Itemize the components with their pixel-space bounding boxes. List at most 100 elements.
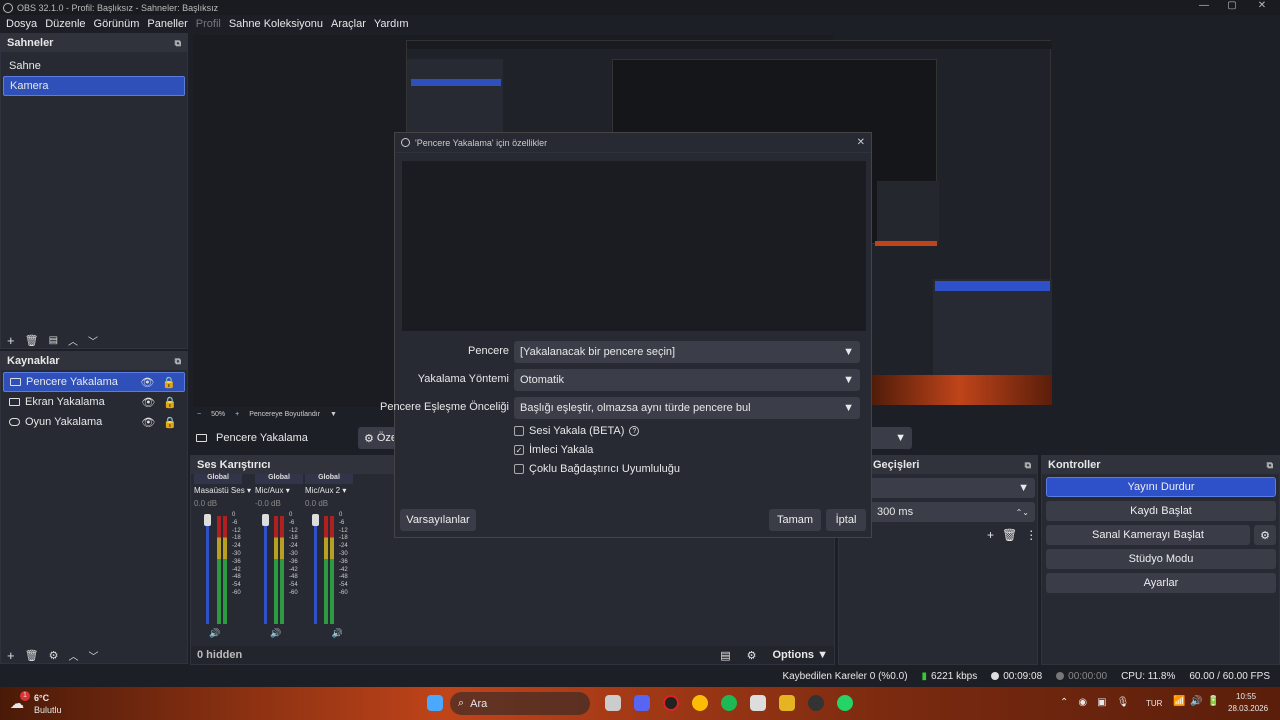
channel-name[interactable]: Mic/Aux 2 ▾	[305, 486, 353, 495]
volume-knob[interactable]	[204, 514, 211, 526]
help-icon[interactable]: ?	[629, 426, 640, 436]
multi-adapter-checkbox[interactable]: Çoklu Bağdaştırıcı Uyumluluğu	[514, 463, 680, 475]
speaker-icon[interactable]: 🔊	[209, 628, 220, 639]
chrome-icon[interactable]	[692, 695, 708, 711]
mic-icon[interactable]: 🎙	[1117, 697, 1130, 708]
scene-item-kamera[interactable]: Kamera	[3, 76, 185, 96]
checkbox-box[interactable]	[514, 464, 524, 474]
trash-icon[interactable]: 🗑	[25, 334, 39, 347]
volume-icon[interactable]: 🔊	[1190, 696, 1202, 707]
more-icon[interactable]: ⋮	[1025, 528, 1037, 542]
undock-icon[interactable]: ⧉	[175, 38, 181, 49]
start-virtualcam-button[interactable]: Sanal Kamerayı Başlat	[1046, 525, 1250, 545]
lock-icon[interactable]: 🔒	[163, 396, 177, 409]
capture-cursor-checkbox[interactable]: ✓ İmleci Yakala	[514, 444, 593, 456]
store-icon[interactable]	[750, 695, 766, 711]
eye-icon[interactable]: 👁	[140, 376, 154, 389]
trash-icon[interactable]: 🗑	[1002, 528, 1017, 542]
volume-knob[interactable]	[312, 514, 319, 526]
advanced-audio-icon[interactable]: ⚙	[747, 649, 757, 662]
add-icon[interactable]: +	[7, 333, 15, 348]
undock-icon[interactable]: ⧉	[1025, 460, 1031, 471]
scene-item-sahne[interactable]: Sahne	[3, 56, 185, 76]
weather-temp[interactable]: 6°C	[34, 693, 49, 703]
match-priority-select[interactable]: Başlığı eşleştir, olmazsa aynı türde pen…	[514, 397, 860, 419]
volume-slider[interactable]	[264, 516, 267, 624]
eye-icon[interactable]: 👁	[141, 416, 155, 429]
undock-icon[interactable]: ⧉	[1267, 460, 1273, 471]
menu-gorunum[interactable]: Görünüm	[90, 18, 144, 30]
defaults-button[interactable]: Varsayılanlar	[400, 509, 476, 531]
gear-icon[interactable]: ⚙	[49, 649, 59, 662]
mixer-options-button[interactable]: Options ▼	[772, 649, 828, 661]
window-select[interactable]: [Yakalanacak bir pencere seçin] ▼	[514, 341, 860, 363]
hidden-count[interactable]: 0 hidden	[197, 649, 242, 661]
menu-yardim[interactable]: Yardım	[370, 18, 413, 30]
task-view-icon[interactable]	[605, 695, 621, 711]
wifi-icon[interactable]: 📶	[1173, 696, 1185, 707]
start-recording-button[interactable]: Kaydı Başlat	[1046, 501, 1276, 521]
language-indicator[interactable]: TUR	[1146, 699, 1162, 708]
menu-duzenle[interactable]: Düzenle	[41, 18, 89, 30]
speaker-icon[interactable]: 🔊	[331, 628, 342, 639]
lock-icon[interactable]: 🔒	[163, 416, 177, 429]
source-dropdown[interactable]: ▼	[868, 427, 912, 449]
filter-icon[interactable]: ▤	[49, 335, 58, 346]
undock-icon[interactable]: ⧉	[175, 356, 181, 367]
zoom-out-button[interactable]: −	[197, 411, 201, 418]
chevron-up-icon[interactable]: ︿	[68, 333, 78, 348]
tray-icon[interactable]: ⌃	[1060, 697, 1068, 708]
stop-stream-button[interactable]: Yayını Durdur	[1046, 477, 1276, 497]
virtualcam-settings-button[interactable]: ⚙	[1254, 525, 1276, 545]
tray-icon[interactable]: ▣	[1097, 697, 1106, 708]
menu-paneller[interactable]: Paneller	[143, 18, 191, 30]
channel-name[interactable]: Masaüstü Ses ▾	[194, 486, 251, 495]
cancel-button[interactable]: İptal	[826, 509, 866, 531]
source-item[interactable]: Ekran Yakalama 👁 🔒	[3, 392, 185, 412]
menu-araclar[interactable]: Araçlar	[327, 18, 370, 30]
menu-sahne-koleksiyonu[interactable]: Sahne Koleksiyonu	[225, 18, 327, 30]
channel-name[interactable]: Mic/Aux ▾	[255, 486, 303, 495]
ok-button[interactable]: Tamam	[769, 509, 821, 531]
chevron-up-icon[interactable]: ︿	[68, 648, 78, 663]
taskbar-search[interactable]: ⌕ Ara	[450, 692, 590, 715]
steam-icon[interactable]	[808, 695, 824, 711]
lock-icon[interactable]: 🔒	[162, 376, 176, 389]
add-icon[interactable]: +	[987, 528, 994, 542]
transition-select[interactable]: ▼	[865, 478, 1035, 498]
close-icon[interactable]: ✕	[857, 137, 865, 148]
checkbox-box[interactable]	[514, 426, 524, 436]
chevron-down-icon[interactable]: ▼	[330, 411, 337, 418]
capture-audio-checkbox[interactable]: Sesi Yakala (BETA)?	[514, 425, 640, 437]
file-explorer-icon[interactable]	[779, 695, 795, 711]
zoom-mode[interactable]: Pencereye Boyutlandır	[249, 411, 320, 418]
studio-mode-button[interactable]: Stüdyo Modu	[1046, 549, 1276, 569]
trash-icon[interactable]: 🗑	[25, 649, 39, 662]
close-button[interactable]: ✕	[1248, 0, 1276, 11]
volume-slider[interactable]	[314, 516, 317, 624]
chevron-down-icon[interactable]: ﹀	[88, 648, 98, 663]
chevron-down-icon[interactable]: ﹀	[88, 333, 98, 348]
volume-knob[interactable]	[262, 514, 269, 526]
tray-icon[interactable]: ◉	[1078, 697, 1087, 708]
settings-button[interactable]: Ayarlar	[1046, 573, 1276, 593]
clock-time[interactable]: 10:55	[1236, 692, 1256, 701]
zoom-in-button[interactable]: +	[235, 411, 239, 418]
eye-icon[interactable]: 👁	[141, 396, 155, 409]
minimize-button[interactable]: —	[1190, 0, 1218, 11]
windows-start-icon[interactable]	[427, 695, 443, 711]
source-item[interactable]: Oyun Yakalama 👁 🔒	[3, 412, 185, 432]
checkmark-icon[interactable]: ✓	[514, 445, 524, 455]
clock-date[interactable]: 28.03.2026	[1228, 704, 1268, 713]
discord-icon[interactable]	[634, 695, 650, 711]
whatsapp-icon[interactable]	[837, 695, 853, 711]
duration-input[interactable]: 300 ms ⌃⌄	[865, 502, 1035, 522]
menu-profil[interactable]: Profil	[192, 18, 225, 30]
spotify-icon[interactable]	[721, 695, 737, 711]
menu-dosya[interactable]: Dosya	[2, 18, 41, 30]
obs-taskbar-icon[interactable]	[663, 695, 679, 711]
battery-icon[interactable]: 🔋	[1207, 696, 1219, 707]
weather-desc[interactable]: Bulutlu	[34, 705, 62, 715]
maximize-button[interactable]: ▢	[1218, 0, 1246, 11]
add-icon[interactable]: +	[7, 648, 15, 663]
